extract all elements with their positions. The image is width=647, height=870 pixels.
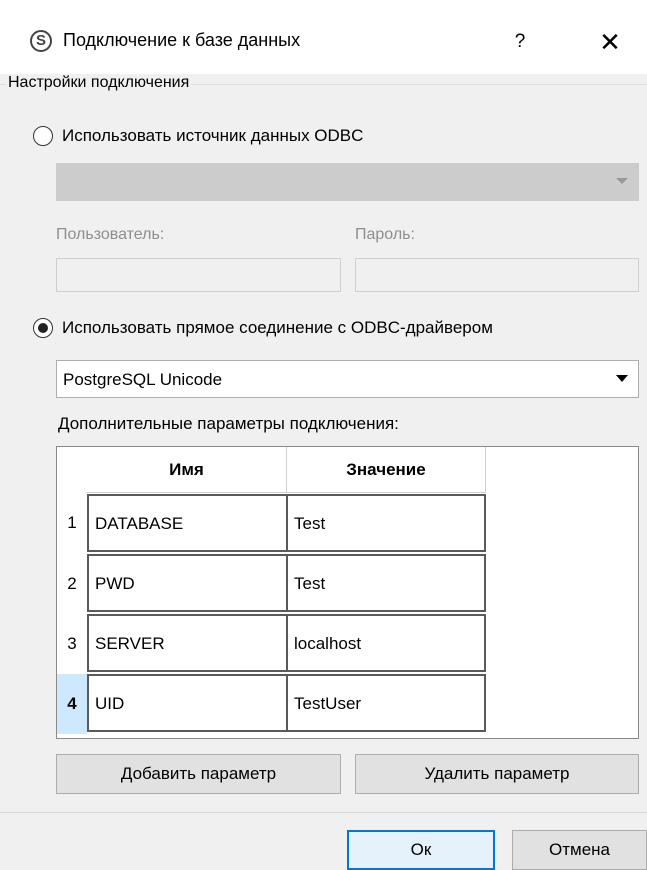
footer-divider [0,812,647,813]
param-name-cell[interactable]: DATABASE [87,494,288,552]
param-name-cell[interactable]: UID [87,674,288,732]
chevron-down-icon [616,178,628,184]
cancel-button[interactable]: Отмена [512,830,647,870]
direct-driver-radio[interactable] [33,318,53,338]
help-button[interactable]: ? [500,22,540,62]
close-button[interactable]: ✕ [590,22,630,62]
row-number[interactable]: 1 [57,493,87,553]
param-name-cell[interactable]: PWD [87,554,288,612]
row-number[interactable]: 2 [57,554,87,614]
window-title: Подключение к базе данных [63,30,301,50]
ok-button[interactable]: Ок [347,830,495,870]
odbc-source-radio-label[interactable]: Использовать источник данных ODBC [62,126,363,146]
column-header-value[interactable]: Значение [287,447,486,493]
remove-parameter-button[interactable]: Удалить параметр [355,754,639,794]
row-number[interactable]: 3 [57,614,87,674]
user-field [56,258,341,292]
driver-select[interactable]: PostgreSQL Unicode [56,360,639,398]
param-name-cell[interactable]: SERVER [87,614,288,672]
password-field [355,258,639,292]
column-header-name[interactable]: Имя [87,447,287,493]
driver-select-value: PostgreSQL Unicode [63,370,223,389]
param-value-cell[interactable]: Test [286,494,486,552]
add-parameter-button[interactable]: Добавить параметр [56,754,341,794]
group-title: Настройки подключения [6,74,192,92]
app-logo-icon [30,30,52,52]
params-table[interactable]: Имя Значение 1 DATABASE Test 2 PWD Test … [56,446,639,739]
param-value-cell[interactable]: localhost [286,614,486,672]
direct-driver-radio-label[interactable]: Использовать прямое соединение с ODBC-др… [62,318,493,338]
password-label: Пароль: [355,226,415,243]
row-number-current[interactable]: 4 [57,674,87,734]
param-value-cell[interactable]: Test [286,554,486,612]
user-label: Пользователь: [56,226,165,243]
param-value-cell[interactable]: TestUser [286,674,486,732]
title-bar: Подключение к базе данных ? ✕ [0,0,647,74]
params-label: Дополнительные параметры подключения: [58,414,399,433]
dsn-select [56,163,639,201]
odbc-source-radio[interactable] [33,126,53,146]
chevron-down-icon [616,375,628,382]
